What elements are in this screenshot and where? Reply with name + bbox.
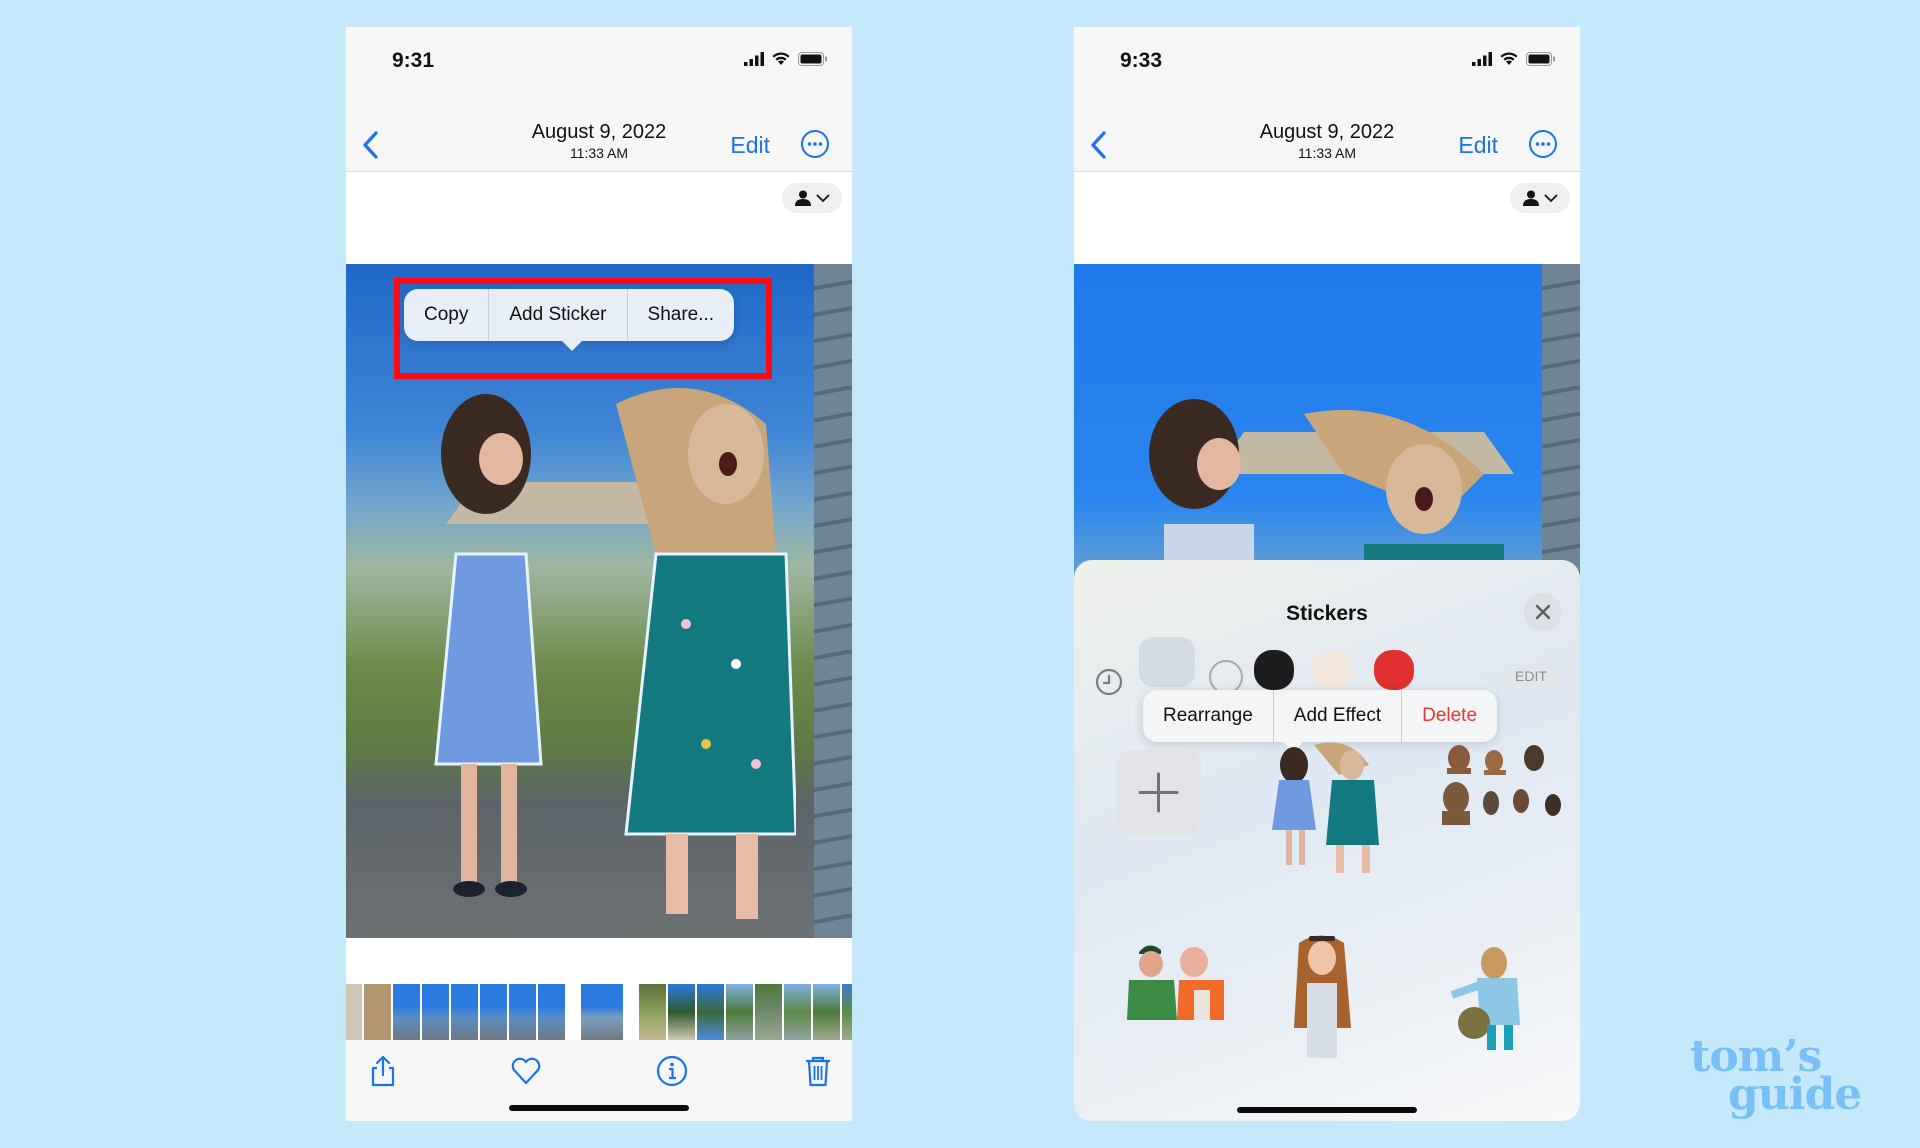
nav-bar: August 9, 2022 11:33 AM Edit — [1074, 91, 1580, 172]
stickers-sheet: Stickers EDIT Rearrange Add Effect Delet… — [1074, 560, 1580, 1121]
status-icons — [744, 51, 828, 66]
sticker-busts[interactable] — [1439, 743, 1564, 833]
plus-icon — [1138, 772, 1179, 813]
add-sticker-menu-item[interactable]: Add Sticker — [488, 289, 626, 341]
home-indicator[interactable] — [509, 1105, 689, 1111]
person-icon — [794, 190, 811, 206]
wifi-icon — [1500, 52, 1518, 65]
status-bar: 9:31 — [346, 27, 852, 97]
info-icon[interactable] — [655, 1054, 689, 1088]
sticker-two-girls[interactable] — [1264, 735, 1389, 875]
more-options-icon[interactable] — [800, 129, 830, 159]
thumbnail[interactable] — [813, 984, 840, 1040]
photo-top-margin — [1074, 172, 1580, 264]
battery-icon — [1526, 51, 1555, 66]
people-filter-button[interactable] — [1510, 183, 1570, 213]
edit-button[interactable]: Edit — [730, 132, 770, 159]
thumbnail[interactable] — [726, 984, 753, 1040]
battery-icon — [798, 51, 827, 66]
sticker-category-tabs: EDIT — [1094, 637, 1560, 696]
sticker-two-men[interactable] — [1099, 940, 1224, 1020]
favorite-heart-icon[interactable] — [509, 1054, 543, 1088]
cellular-signal-icon — [744, 51, 764, 66]
thumbnail-strip[interactable] — [346, 984, 852, 1040]
thumbnail[interactable] — [422, 984, 449, 1040]
thumbnail-gap — [625, 984, 637, 1040]
chevron-down-icon — [1543, 194, 1558, 203]
sticker-boy-ball[interactable] — [1432, 945, 1532, 1055]
photo-date: August 9, 2022 — [1259, 121, 1395, 143]
person-icon — [1522, 190, 1539, 206]
app-sticker-tab[interactable] — [1374, 650, 1414, 690]
thumbnail[interactable] — [509, 984, 536, 1040]
thumbnail[interactable] — [364, 984, 391, 1040]
photo-date-title: August 9, 2022 11:33 AM — [1074, 121, 1580, 161]
thumbnail[interactable] — [538, 984, 565, 1040]
sticker-girl-long-hair[interactable] — [1289, 928, 1354, 1058]
thumbnail-gap — [567, 984, 579, 1040]
thumbnail[interactable] — [393, 984, 420, 1040]
logo-line-2: guide — [1728, 1069, 1862, 1120]
thumbnail[interactable] — [451, 984, 478, 1040]
recents-clock-icon[interactable] — [1094, 667, 1124, 697]
copy-menu-item[interactable]: Copy — [404, 289, 488, 341]
rearrange-menu-item[interactable]: Rearrange — [1143, 690, 1273, 742]
photo-bottom-margin — [346, 938, 852, 984]
right-phone-screen: 9:33 August 9, 2022 11:33 AM Edit Sticke… — [1074, 27, 1580, 1121]
edit-button[interactable]: Edit — [1458, 132, 1498, 159]
thumbnail[interactable] — [842, 984, 852, 1040]
thumbnail[interactable] — [668, 984, 695, 1040]
close-icon — [1535, 604, 1551, 620]
photo-siding — [814, 264, 852, 938]
more-options-icon[interactable] — [1528, 129, 1558, 159]
edit-stickers-button[interactable]: EDIT — [1502, 662, 1560, 690]
memoji-sticker-tab[interactable] — [1312, 650, 1352, 690]
my-stickers-tab[interactable] — [1139, 637, 1195, 687]
photo-date: August 9, 2022 — [531, 121, 667, 143]
thumbnail[interactable] — [639, 984, 666, 1040]
home-indicator[interactable] — [1237, 1107, 1417, 1113]
chevron-down-icon — [815, 194, 830, 203]
thumbnail[interactable] — [697, 984, 724, 1040]
thumbnail[interactable] — [784, 984, 811, 1040]
wifi-icon — [772, 52, 790, 65]
stickers-title: Stickers — [1286, 602, 1368, 625]
photo-top-margin — [346, 172, 852, 264]
bottom-toolbar — [346, 1040, 852, 1121]
status-time: 9:31 — [392, 49, 435, 72]
thumbnail[interactable] — [755, 984, 782, 1040]
thumbnail[interactable] — [346, 984, 362, 1040]
photo-viewer[interactable]: Copy Add Sticker Share... — [346, 264, 852, 938]
photo-date-title: August 9, 2022 11:33 AM — [346, 121, 852, 161]
subject-girl-green-dress[interactable] — [616, 364, 796, 924]
trash-icon[interactable] — [801, 1054, 835, 1088]
status-icons — [1472, 51, 1556, 66]
app-sticker-tab[interactable] — [1254, 650, 1294, 690]
current-thumbnail[interactable] — [581, 984, 623, 1040]
delete-menu-item[interactable]: Delete — [1401, 690, 1497, 742]
people-filter-button[interactable] — [782, 183, 842, 213]
photo-time: 11:33 AM — [569, 145, 629, 161]
emoji-sticker-tab[interactable] — [1209, 660, 1243, 694]
photo-context-menu: Copy Add Sticker Share... — [404, 289, 735, 351]
nav-bar: August 9, 2022 11:33 AM Edit — [346, 91, 852, 172]
subject-girl-blue-dress[interactable] — [426, 384, 556, 904]
left-phone-screen: 9:31 August 9, 2022 11:33 AM Edit Copy A… — [346, 27, 852, 1121]
photo-time: 11:33 AM — [1297, 145, 1357, 161]
thumbnail[interactable] — [480, 984, 507, 1040]
cellular-signal-icon — [1472, 51, 1492, 66]
status-time: 9:33 — [1120, 49, 1163, 72]
toms-guide-logo: tom’s guide — [1690, 1035, 1862, 1120]
share-icon[interactable] — [366, 1054, 400, 1088]
close-button[interactable] — [1524, 593, 1562, 631]
add-sticker-button[interactable] — [1116, 750, 1201, 835]
status-bar: 9:33 — [1074, 27, 1580, 97]
share-menu-item[interactable]: Share... — [626, 289, 735, 341]
menu-pointer — [562, 341, 582, 351]
